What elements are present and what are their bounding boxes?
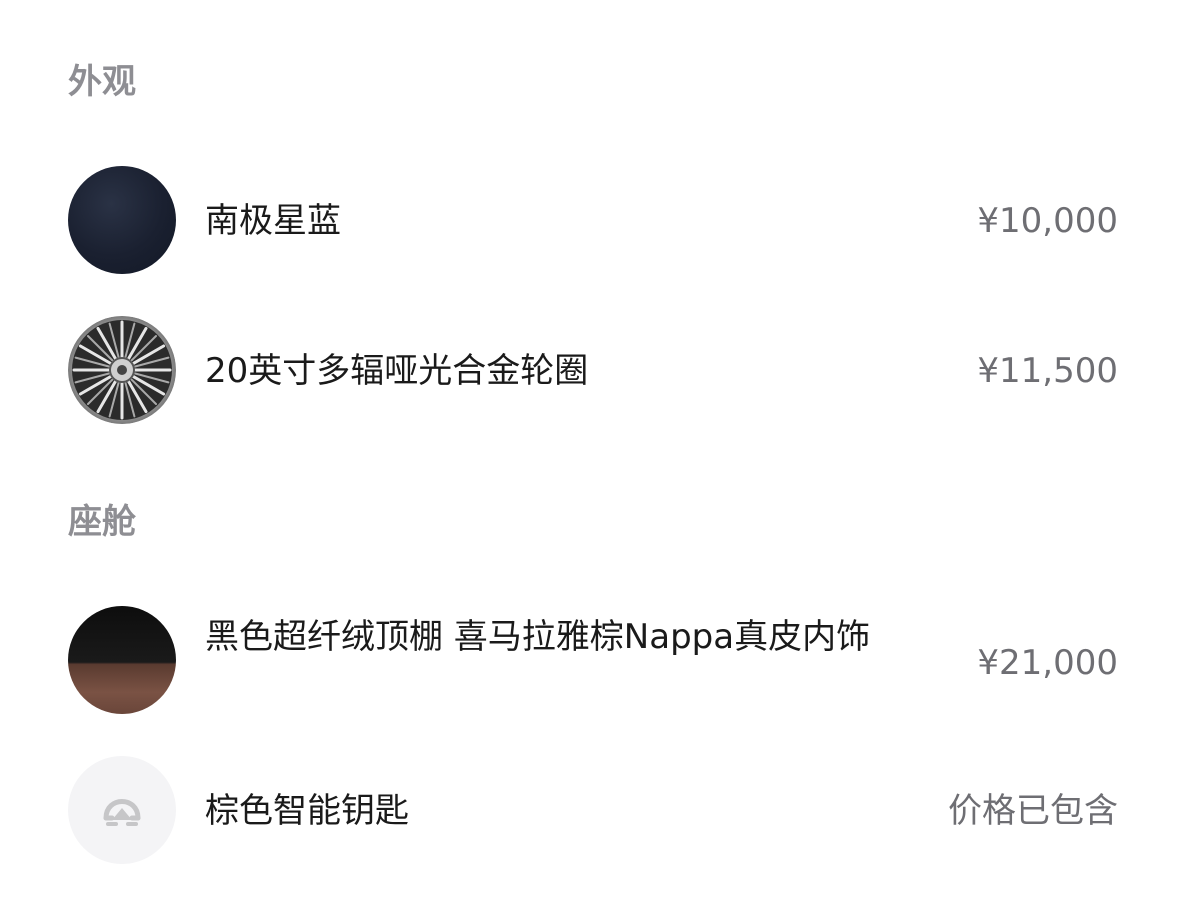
option-name: 20英寸多辐哑光合金轮圈 (205, 351, 589, 391)
option-name: 黑色超纤绒顶棚 喜马拉雅棕Nappa真皮内饰 (205, 617, 871, 657)
option-price: ¥21,000 (977, 643, 1118, 683)
paint-swatch-icon (68, 166, 176, 274)
section-title-cabin: 座舱 (68, 502, 136, 542)
option-row-exterior-color[interactable]: 南极星蓝 ¥10,000 (0, 166, 1200, 276)
interior-swatch-icon (68, 606, 176, 714)
option-name: 南极星蓝 (205, 201, 341, 241)
option-price: 价格已包含 (948, 791, 1118, 831)
option-price: ¥11,500 (977, 351, 1118, 391)
brand-logo-icon (68, 756, 176, 864)
option-row-interior[interactable]: 黑色超纤绒顶棚 喜马拉雅棕Nappa真皮内饰 ¥21,000 (0, 606, 1200, 716)
option-row-wheels[interactable]: 20英寸多辐哑光合金轮圈 ¥11,500 (0, 316, 1200, 426)
option-name: 棕色智能钥匙 (205, 791, 409, 831)
option-price: ¥10,000 (977, 201, 1118, 241)
alloy-wheel-icon (68, 316, 176, 424)
section-title-exterior: 外观 (68, 62, 136, 102)
option-row-smart-key[interactable]: 棕色智能钥匙 价格已包含 (0, 756, 1200, 866)
